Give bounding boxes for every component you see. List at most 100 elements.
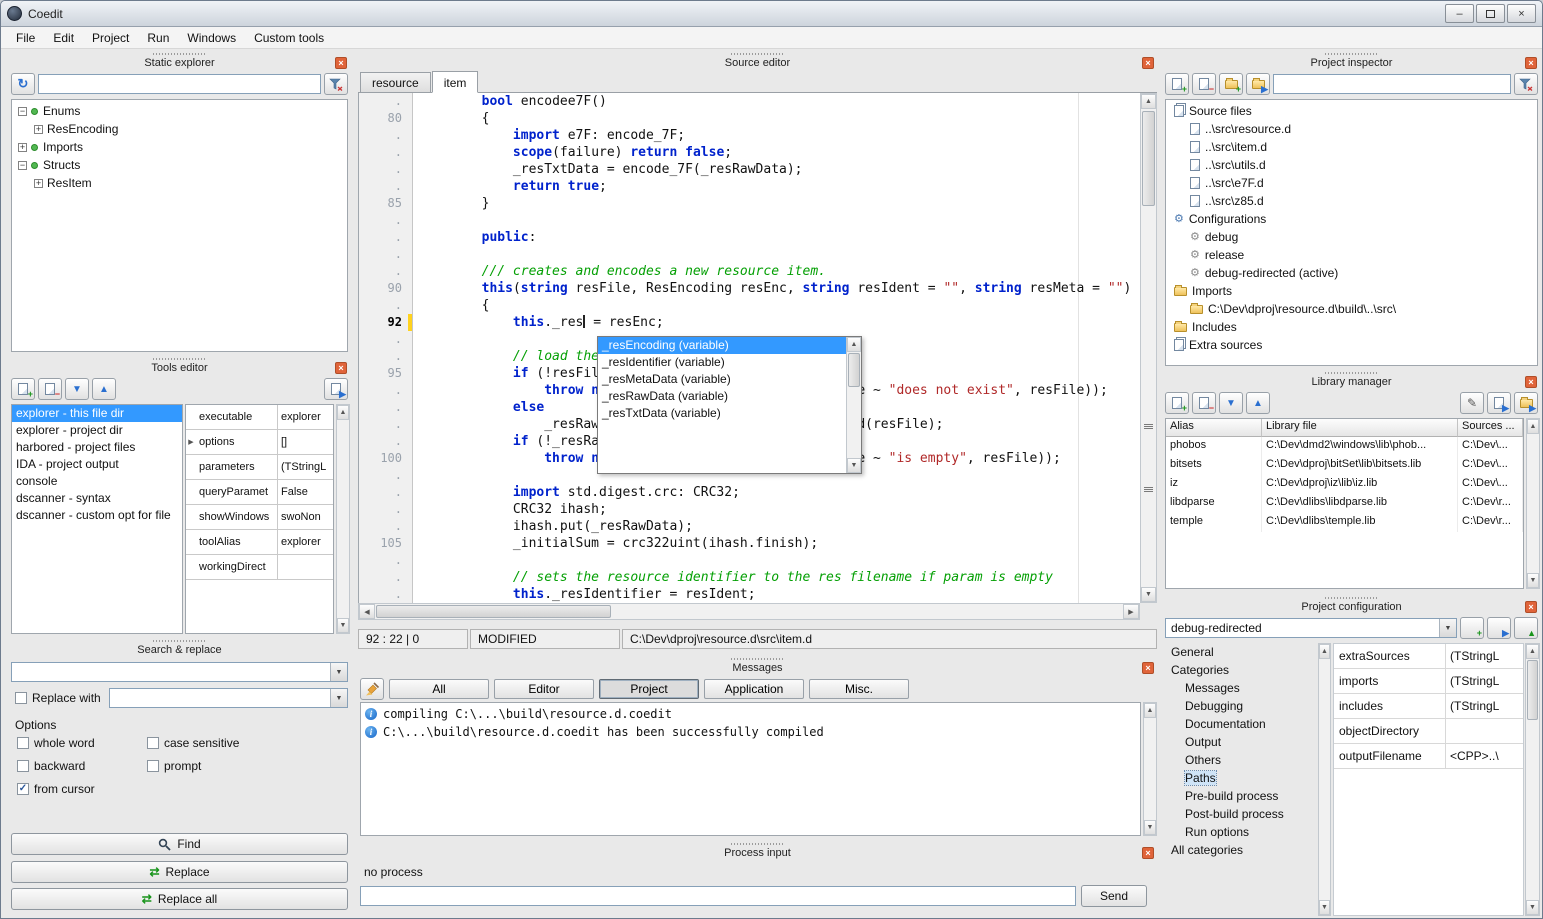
code-line[interactable]: . bool encodee7F()	[359, 93, 1140, 110]
maximize-button[interactable]	[1476, 4, 1505, 23]
tree-item[interactable]: Debugging	[1165, 697, 1317, 715]
tree-item[interactable]: ⚙release	[1166, 246, 1537, 264]
checkbox-from-cursor[interactable]: ✓from cursor	[17, 782, 139, 796]
panel-header[interactable]: Library manager ×	[1163, 370, 1540, 390]
property-row[interactable]: ▶options[]	[186, 430, 333, 455]
close-panel-button[interactable]: ×	[1525, 601, 1537, 613]
minimize-button[interactable]: –	[1445, 4, 1474, 23]
editor-horizontal-scrollbar[interactable]: ◀ ▶	[358, 603, 1140, 620]
replace-button[interactable]: ⇄ Replace	[11, 861, 348, 883]
add-tool-button[interactable]: +	[11, 378, 35, 400]
checkbox-prompt[interactable]: prompt	[147, 759, 239, 773]
checkbox-case-sensitive[interactable]: case sensitive	[147, 736, 239, 750]
scroll-up-button[interactable]: ▲	[337, 405, 349, 420]
code-line[interactable]: 105 _initialSum = crc322uint(ihash.finis…	[359, 535, 1140, 552]
scroll-down-button[interactable]: ▼	[1527, 573, 1539, 588]
completion-item[interactable]: _resRawData (variable)	[598, 388, 846, 405]
filter-button-project[interactable]: Project	[599, 679, 699, 699]
open-folder-button[interactable]: ▶	[1246, 73, 1270, 95]
code-line[interactable]: 80 {	[359, 110, 1140, 127]
panel-header[interactable]: Project inspector ×	[1163, 51, 1540, 71]
tree-item[interactable]: +Imports	[12, 138, 347, 156]
close-panel-button[interactable]: ×	[335, 362, 347, 374]
filter-button-misc[interactable]: Misc.	[809, 679, 909, 699]
tree-item[interactable]: Post-build process	[1165, 805, 1317, 823]
panel-header[interactable]: Process input ×	[358, 841, 1157, 861]
code-line[interactable]: .	[359, 212, 1140, 229]
message-row[interactable]: icompiling C:\...\build\resource.d.coedi…	[361, 705, 1140, 723]
replace-all-button[interactable]: ⇄ Replace all	[11, 888, 348, 910]
close-panel-button[interactable]: ×	[1142, 662, 1154, 674]
code-line[interactable]: . scope(failure) return false;	[359, 144, 1140, 161]
tool-list-item[interactable]: harbored - project files	[12, 439, 182, 456]
close-panel-button[interactable]: ×	[335, 57, 347, 69]
move-library-up-button[interactable]: ▲	[1246, 392, 1270, 414]
select-sources-folder-button[interactable]: ▶	[1514, 392, 1538, 414]
tree-item[interactable]: Extra sources	[1166, 336, 1537, 354]
add-source-button[interactable]: +	[1165, 73, 1189, 95]
property-value[interactable]: explorer	[278, 405, 333, 429]
table-row[interactable]: izC:\Dev\dproj\iz\lib\iz.libC:\Dev\...	[1166, 475, 1523, 494]
scroll-thumb[interactable]	[376, 605, 611, 618]
code-line[interactable]: 90 this(string resFile, ResEncoding resE…	[359, 280, 1140, 297]
tree-item[interactable]: Run options	[1165, 823, 1317, 841]
code-line[interactable]: . ihash.put(_resRawData);	[359, 518, 1140, 535]
run-tool-button[interactable]: ▶	[324, 378, 348, 400]
tree-item[interactable]: ..\src\utils.d	[1166, 156, 1537, 174]
refresh-button[interactable]: ↻	[11, 73, 35, 95]
collapse-icon[interactable]: −	[18, 161, 27, 170]
scroll-down-button[interactable]: ▼	[337, 618, 349, 633]
code-line[interactable]: . {	[359, 297, 1140, 314]
tree-item[interactable]: +ResEncoding	[12, 120, 347, 138]
editor-tab-resource[interactable]: resource	[360, 72, 431, 93]
code-line[interactable]: . this._resIdentifier = resIdent;	[359, 586, 1140, 603]
filter-button-all[interactable]: All	[389, 679, 489, 699]
drag-grip-icon[interactable]	[1325, 597, 1379, 599]
messages-scrollbar[interactable]: ▲ ▼	[1143, 702, 1157, 836]
property-value[interactable]: (TStringL	[1446, 669, 1523, 693]
drag-grip-icon[interactable]	[1325, 372, 1379, 374]
tree-item[interactable]: −Enums	[12, 102, 347, 120]
scroll-right-button[interactable]: ▶	[1123, 604, 1139, 619]
scroll-thumb[interactable]	[1142, 111, 1155, 206]
symbol-filter-input[interactable]	[38, 74, 321, 94]
tree-item[interactable]: ..\src\e7F.d	[1166, 174, 1537, 192]
tool-list-item[interactable]: explorer - this file dir	[12, 405, 182, 422]
property-value[interactable]: False	[278, 480, 333, 504]
property-value[interactable]: (TStringL	[1446, 694, 1523, 718]
drag-grip-icon[interactable]	[731, 53, 785, 55]
completion-scrollbar[interactable]: ▲ ▼	[846, 337, 861, 473]
property-value[interactable]: (TStringL	[1446, 644, 1523, 668]
move-tool-down-button[interactable]: ▼	[65, 378, 89, 400]
close-panel-button[interactable]: ×	[1525, 57, 1537, 69]
chevron-down-icon[interactable]: ▼	[1439, 619, 1456, 637]
property-value[interactable]: []	[278, 430, 333, 454]
column-header[interactable]: Sources ...	[1458, 419, 1523, 437]
tree-item[interactable]: Paths	[1165, 769, 1317, 787]
clear-filter-button[interactable]	[1514, 73, 1538, 95]
drag-grip-icon[interactable]	[731, 658, 785, 660]
replace-term-combobox[interactable]: ▼	[109, 688, 348, 708]
close-panel-button[interactable]: ×	[1142, 847, 1154, 859]
tool-list-item[interactable]: dscanner - syntax	[12, 490, 182, 507]
drag-grip-icon[interactable]	[1325, 53, 1379, 55]
panel-header[interactable]: Source editor ×	[358, 51, 1157, 71]
panel-header[interactable]: Tools editor ×	[9, 356, 350, 376]
scroll-left-button[interactable]: ◀	[359, 604, 375, 619]
code-line[interactable]: . return true;	[359, 178, 1140, 195]
replace-with-checkbox[interactable]: Replace with	[15, 691, 101, 705]
expand-icon[interactable]: +	[18, 143, 27, 152]
add-configuration-button[interactable]: +	[1460, 617, 1484, 639]
code-line[interactable]: . import e7F: encode_7F;	[359, 127, 1140, 144]
scroll-down-button[interactable]: ▼	[1144, 820, 1156, 835]
send-button[interactable]: Send	[1081, 885, 1147, 907]
property-row[interactable]: toolAliasexplorer	[186, 530, 333, 555]
config-tree-scrollbar[interactable]: ▲ ▼	[1318, 643, 1331, 916]
column-header[interactable]: Library file	[1262, 419, 1458, 437]
completion-item[interactable]: _resMetaData (variable)	[598, 371, 846, 388]
scroll-up-button[interactable]: ▲	[1319, 644, 1330, 659]
chevron-down-icon[interactable]: ▼	[330, 663, 347, 681]
select-library-file-button[interactable]: ▶	[1487, 392, 1511, 414]
scroll-down-button[interactable]: ▼	[847, 458, 861, 473]
expand-icon[interactable]: +	[34, 125, 43, 134]
